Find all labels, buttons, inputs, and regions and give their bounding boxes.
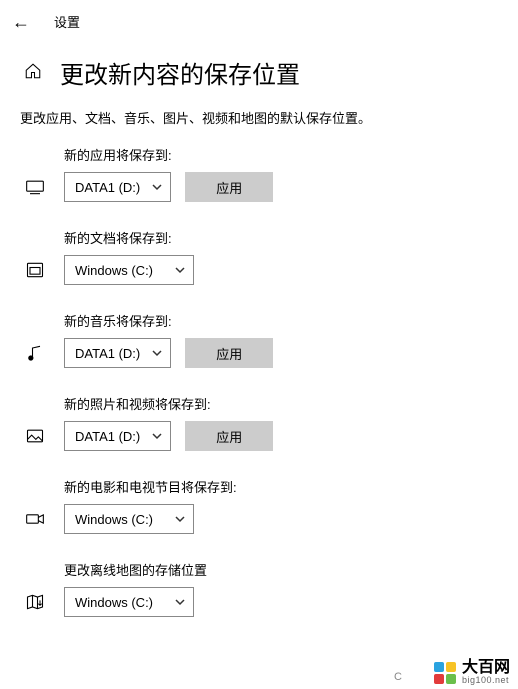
watermark-en: big100.net (462, 676, 510, 685)
watermark-cn: 大百网 (462, 660, 510, 676)
back-button[interactable]: ← (12, 13, 30, 31)
settings-label: 设置 (54, 12, 80, 31)
maps-dropdown-value: Windows (C:) (75, 595, 153, 610)
chevron-down-icon (175, 265, 185, 275)
chevron-down-icon (152, 348, 162, 358)
apps-icon (20, 177, 50, 197)
photos-icon (20, 426, 50, 446)
photos-label: 新的照片和视频将保存到: (64, 394, 498, 413)
maps-icon (20, 592, 50, 612)
documents-dropdown-value: Windows (C:) (75, 263, 153, 278)
maps-dropdown[interactable]: Windows (C:) (64, 587, 194, 617)
apps-apply-button[interactable]: 应用 (185, 172, 273, 202)
watermark: 大百网 big100.net (434, 660, 510, 685)
music-icon (20, 343, 50, 363)
copyright-mark: C (394, 671, 402, 683)
photos-apply-button[interactable]: 应用 (185, 421, 273, 451)
apps-label: 新的应用将保存到: (64, 145, 498, 164)
movies-dropdown[interactable]: Windows (C:) (64, 504, 194, 534)
music-apply-button[interactable]: 应用 (185, 338, 273, 368)
documents-dropdown[interactable]: Windows (C:) (64, 255, 194, 285)
apps-dropdown[interactable]: DATA1 (D:) (64, 172, 171, 202)
apps-dropdown-value: DATA1 (D:) (75, 180, 140, 195)
music-dropdown[interactable]: DATA1 (D:) (64, 338, 171, 368)
chevron-down-icon (152, 431, 162, 441)
movies-label: 新的电影和电视节目将保存到: (64, 477, 498, 496)
music-label: 新的音乐将保存到: (64, 311, 498, 330)
chevron-down-icon (175, 514, 185, 524)
page-subtitle: 更改应用、文档、音乐、图片、视频和地图的默认保存位置。 (0, 108, 518, 145)
documents-icon (20, 260, 50, 280)
chevron-down-icon (152, 182, 162, 192)
photos-dropdown[interactable]: DATA1 (D:) (64, 421, 171, 451)
movies-icon (20, 509, 50, 529)
movies-dropdown-value: Windows (C:) (75, 512, 153, 527)
documents-label: 新的文档将保存到: (64, 228, 498, 247)
chevron-down-icon (175, 597, 185, 607)
photos-dropdown-value: DATA1 (D:) (75, 429, 140, 444)
music-dropdown-value: DATA1 (D:) (75, 346, 140, 361)
page-title: 更改新内容的保存位置 (60, 55, 300, 90)
home-icon[interactable] (24, 62, 42, 83)
maps-label: 更改离线地图的存储位置 (64, 560, 498, 579)
watermark-logo-icon (434, 662, 456, 684)
